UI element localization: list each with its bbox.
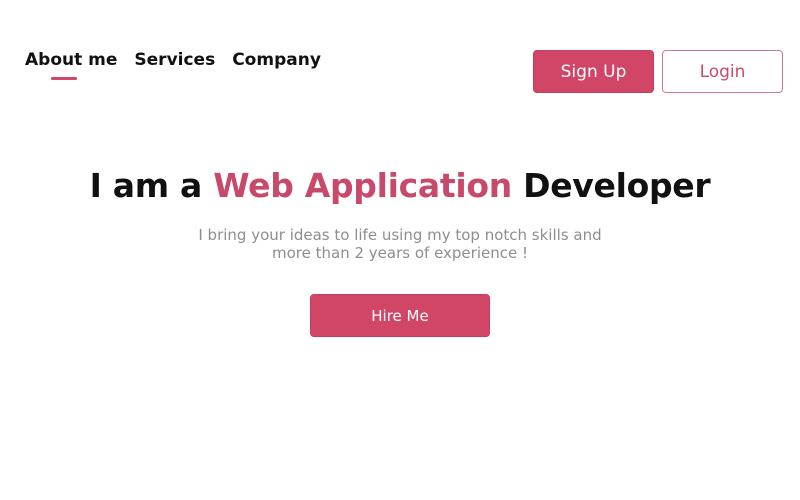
nav-item-label: Company [232,50,321,70]
landing-page: About me Services Company Sign Up Login … [0,0,800,500]
nav-item-label: Services [134,50,216,70]
hero-subtitle: I bring your ideas to life using my top … [198,226,602,262]
auth-buttons: Sign Up Login [533,50,783,93]
hero-title: I am a Web Application Developer [0,166,800,205]
main-nav: About me Services Company [25,48,338,80]
active-nav-indicator [51,77,77,80]
nav-item-label: About me [25,50,118,70]
hero-title-accent: Web Application [213,166,512,205]
hero-title-prefix: I am a [89,166,214,205]
nav-item-about-me[interactable]: About me [25,48,118,80]
hire-me-button[interactable]: Hire Me [310,294,490,337]
nav-item-company[interactable]: Company [232,48,321,72]
hero-title-suffix: Developer [511,166,711,205]
nav-item-services[interactable]: Services [134,48,215,72]
login-button[interactable]: Login [662,50,783,93]
sign-up-button[interactable]: Sign Up [533,50,654,93]
